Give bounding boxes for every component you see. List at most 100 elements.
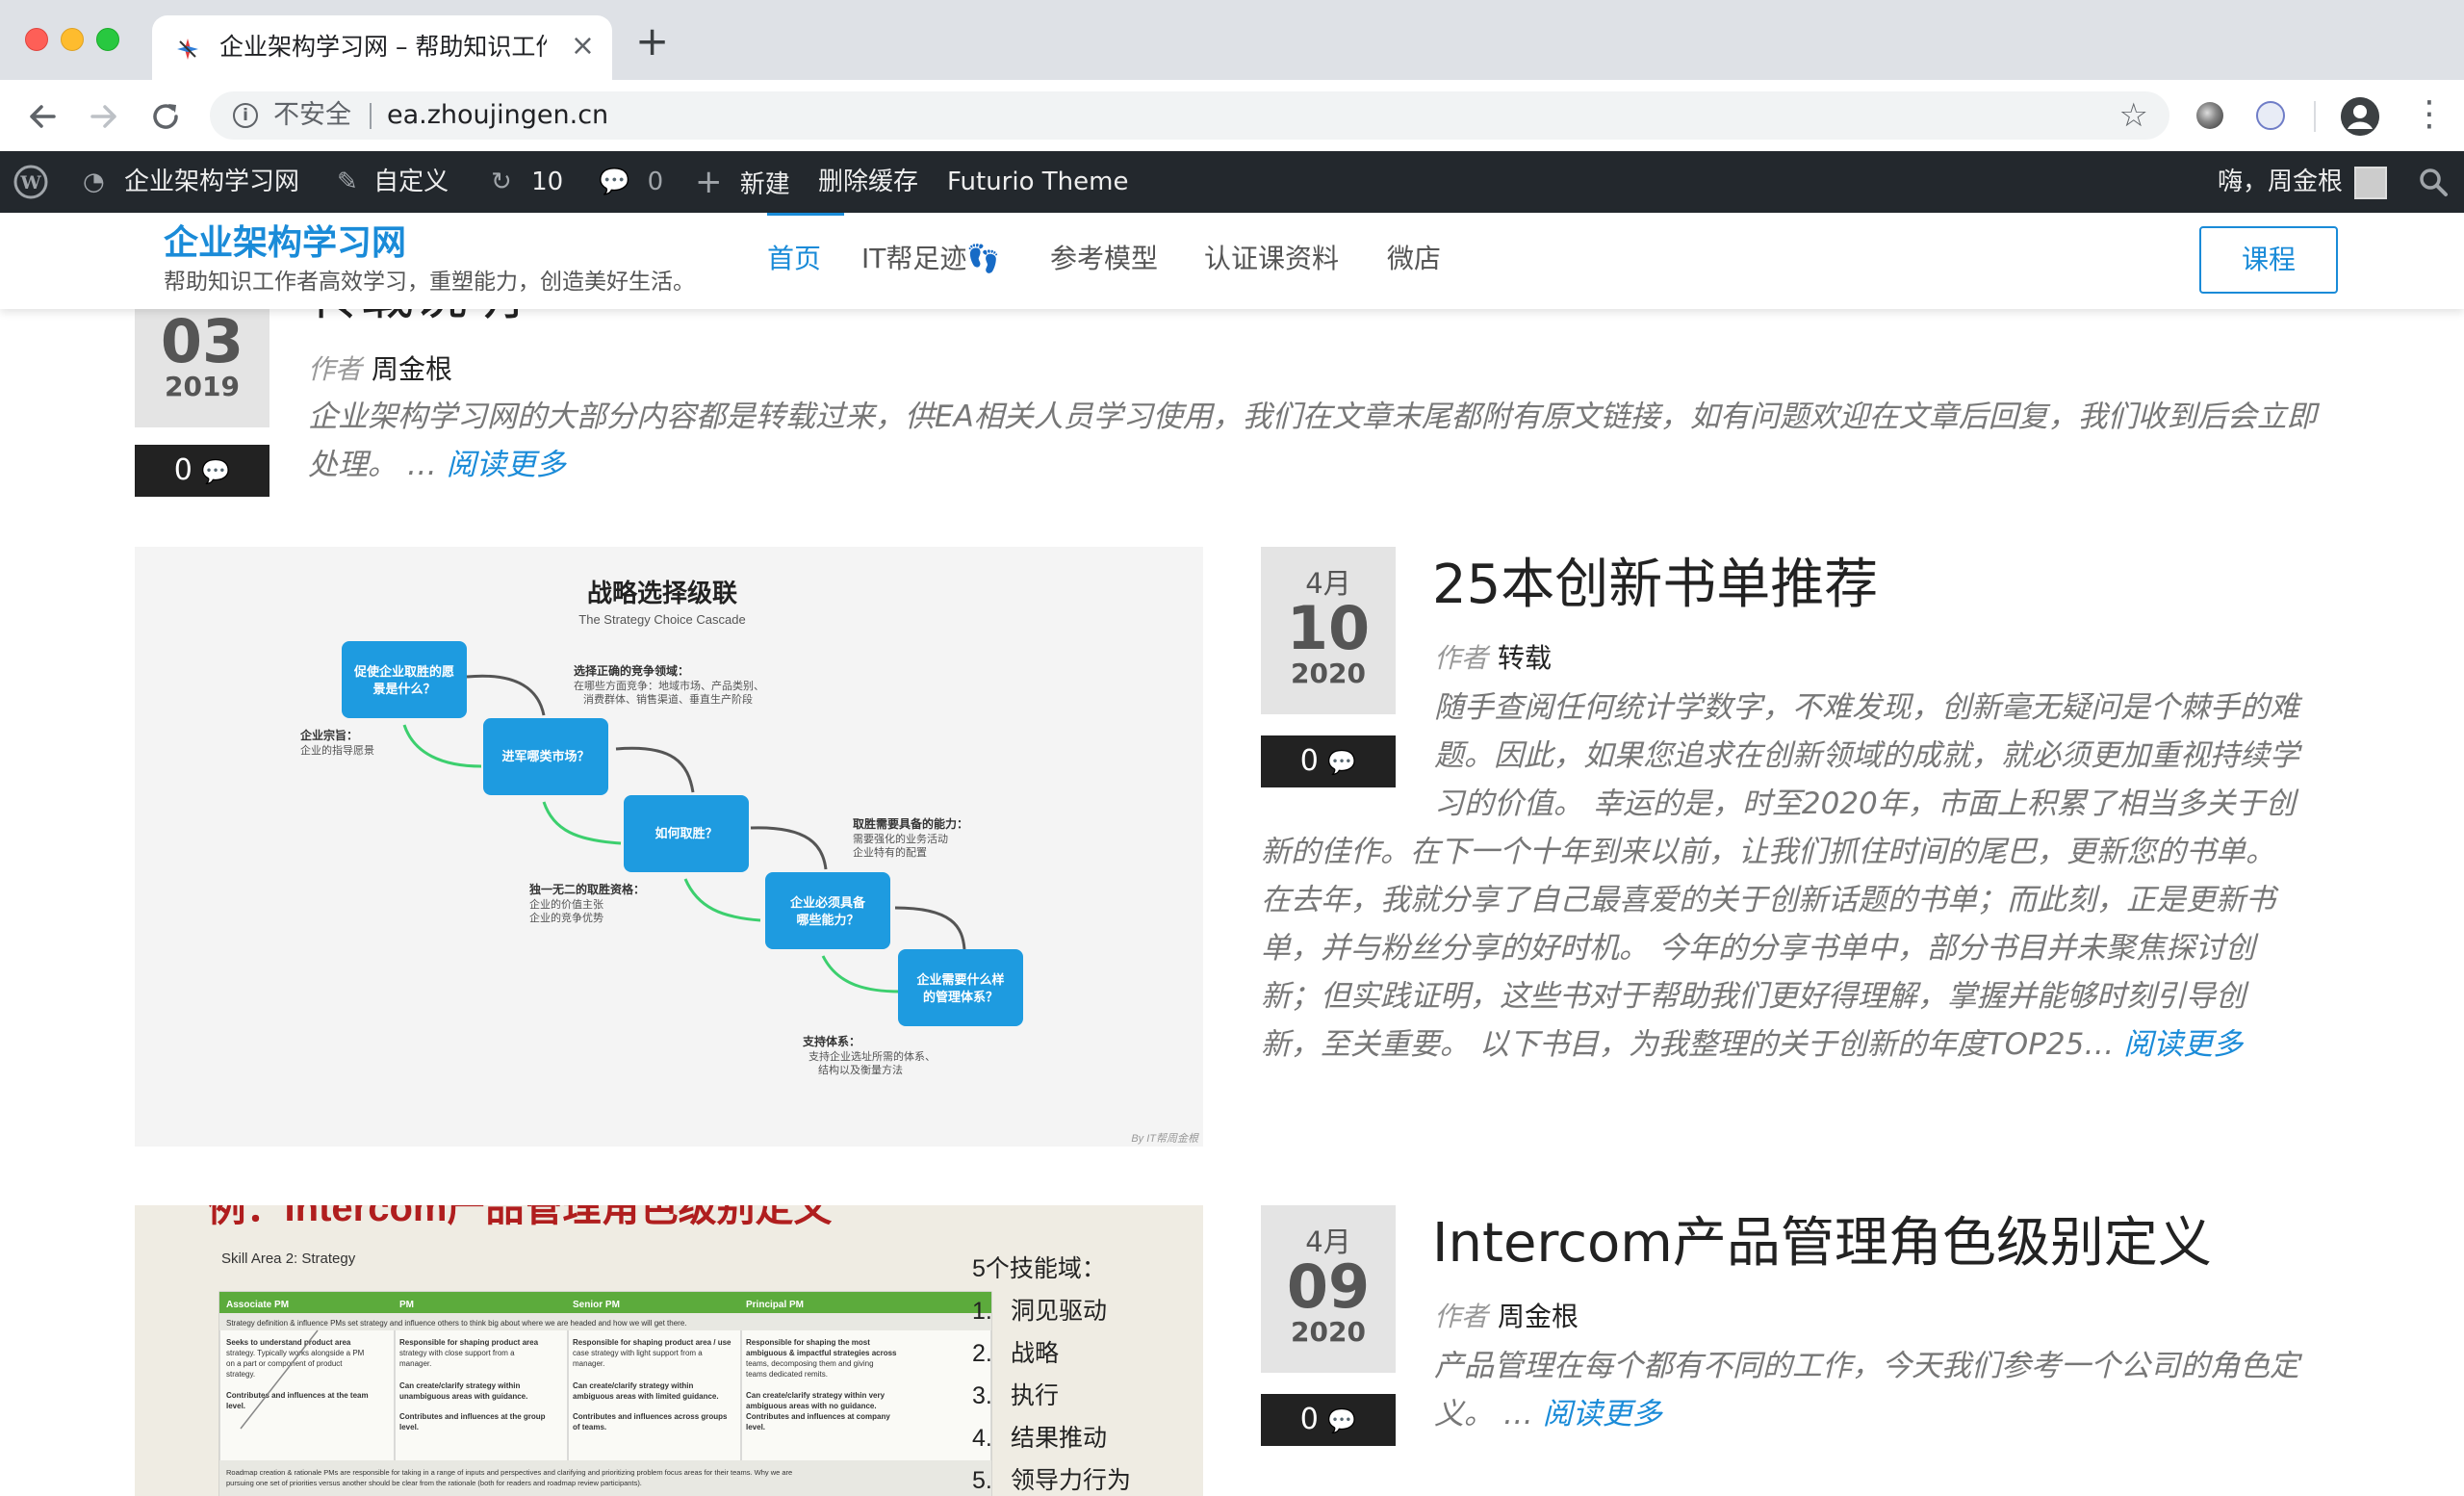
info-icon[interactable]: i bbox=[233, 103, 258, 128]
svg-text:哪些能力？: 哪些能力？ bbox=[796, 913, 859, 927]
svg-text:Associate PM: Associate PM bbox=[226, 1300, 289, 1310]
menu-item-store[interactable]: 微店 bbox=[1387, 240, 1441, 278]
post-excerpt-line: 习的价值。 幸运的是，时至2020年，市面上积累了相当多关于创 bbox=[1434, 787, 2296, 821]
comment-count-badge[interactable]: 0 💬 bbox=[1261, 735, 1396, 787]
post-excerpt: 企业架构学习网的大部分内容都是转载过来，供EA相关人员学习使用，我们在文章末尾都… bbox=[308, 393, 2329, 489]
svg-text:景是什么？: 景是什么？ bbox=[372, 682, 435, 696]
skill-area: Skill Area 2: Strategy bbox=[221, 1251, 356, 1267]
svg-text:Contributes and influences at: Contributes and influences at company bbox=[746, 1412, 890, 1421]
forward-arrow-icon[interactable] bbox=[85, 97, 123, 136]
excerpt-text: 义。 … bbox=[1434, 1397, 1533, 1432]
browser-tab[interactable]: 企业架构学习网 – 帮助知识工作者 × bbox=[152, 15, 612, 80]
search-icon[interactable] bbox=[2418, 167, 2449, 197]
admin-account-link[interactable]: 嗨，周金根 bbox=[2218, 151, 2343, 213]
svg-text:PM: PM bbox=[399, 1300, 414, 1310]
menu-item-certification[interactable]: 认证课资料 bbox=[1204, 240, 1339, 278]
wordpress-logo-icon[interactable]: W bbox=[13, 165, 48, 199]
post-thumbnail[interactable]: 战略选择级联 The Strategy Choice Cascade 促使企业取… bbox=[135, 547, 1203, 1147]
profile-avatar-icon[interactable] bbox=[2341, 97, 2379, 136]
svg-text:level.: level. bbox=[746, 1423, 765, 1432]
course-button[interactable]: 课程 bbox=[2199, 226, 2338, 294]
admin-clear-cache-link[interactable]: 删除缓存 bbox=[818, 151, 918, 213]
read-more-link[interactable]: 阅读更多 bbox=[2123, 1027, 2243, 1062]
note-5-item-1: 支持企业选址所需的体系、 bbox=[808, 1049, 936, 1063]
post-byline: 作者 周金根 bbox=[308, 352, 452, 387]
site-favicon-icon bbox=[177, 39, 198, 60]
post-byline: 作者 转载 bbox=[1434, 641, 1552, 676]
security-status[interactable]: 不安全 bbox=[273, 100, 351, 131]
date-day: 03 bbox=[160, 306, 244, 376]
new-tab-button[interactable]: + bbox=[635, 21, 669, 62]
skill-list-title: 5个技能域： bbox=[972, 1255, 1106, 1282]
admin-theme-link[interactable]: Futurio Theme bbox=[947, 151, 1128, 213]
image-credit: By IT帮周金根 bbox=[1131, 1132, 1199, 1145]
minimize-window-button[interactable] bbox=[61, 28, 84, 51]
post-excerpt-line: 随手查阅任何统计学数字，不难发现，创新毫无疑问是个棘手的难 bbox=[1434, 690, 2299, 725]
post-title[interactable]: Intercom产品管理角色级别定义 bbox=[1432, 1213, 2212, 1275]
svg-text:ambiguous areas with limited g: ambiguous areas with limited guidance. bbox=[573, 1392, 719, 1401]
plus-icon: + bbox=[695, 163, 723, 201]
bookmark-star-icon[interactable]: ☆ bbox=[2119, 97, 2148, 134]
post-thumbnail[interactable]: 例：Intercom产品管理角色级别定义 Skill Area 2: Strat… bbox=[135, 1205, 1203, 1496]
admin-updates-count: 10 bbox=[531, 168, 564, 196]
post-excerpt-last-line: 义。 … 阅读更多 bbox=[1434, 1390, 1662, 1438]
svg-text:洞见驱动: 洞见驱动 bbox=[1011, 1298, 1107, 1325]
close-window-button[interactable] bbox=[25, 28, 48, 51]
back-arrow-icon[interactable] bbox=[23, 97, 62, 136]
svg-text:Contributes and influences acr: Contributes and influences across groups bbox=[573, 1412, 728, 1421]
post-excerpt-line: 新；但实践证明，这些书对于帮助我们更好得理解，掌握并能够时刻引导创 bbox=[1261, 979, 2246, 1014]
svg-text:Can create/clarify strategy wi: Can create/clarify strategy within very bbox=[746, 1391, 886, 1400]
extension-bird-icon[interactable] bbox=[2256, 101, 2285, 130]
tab-close-icon[interactable]: × bbox=[571, 29, 595, 64]
svg-text:ambiguous areas with no guidan: ambiguous areas with no guidance. bbox=[746, 1402, 877, 1410]
admin-new-link[interactable]: + 新建 bbox=[695, 151, 790, 213]
svg-text:的管理体系？: 的管理体系？ bbox=[923, 990, 998, 1004]
svg-text:2.: 2. bbox=[972, 1340, 992, 1367]
author-link[interactable]: 转载 bbox=[1498, 642, 1552, 674]
cascade-box-5: 企业需要什么样 bbox=[915, 972, 1004, 987]
admin-comments-link[interactable]: 💬 0 bbox=[599, 151, 663, 213]
author-label: 作者 bbox=[1434, 1301, 1489, 1332]
note-2-title: 选择正确的竞争领域： bbox=[574, 663, 689, 678]
maximize-window-button[interactable] bbox=[96, 28, 119, 51]
svg-text:Senior PM: Senior PM bbox=[573, 1300, 620, 1310]
svg-text:战略: 战略 bbox=[1011, 1340, 1059, 1367]
date-year: 2020 bbox=[1291, 658, 1366, 689]
post-excerpt-line: 产品管理在每个都有不同的工作，今天我们参考一个公司的角色定 bbox=[1434, 1349, 2299, 1383]
note-5-title: 支持体系： bbox=[802, 1034, 860, 1048]
svg-text:Strategy definition & influenc: Strategy definition & influence PMs set … bbox=[226, 1319, 687, 1328]
read-more-link[interactable]: 阅读更多 bbox=[447, 448, 566, 482]
toolbar-separator bbox=[2314, 101, 2316, 132]
note-4-item-2: 企业的竞争优势 bbox=[529, 911, 603, 924]
svg-text:on a part or component of prod: on a part or component of product bbox=[226, 1359, 343, 1368]
menu-item-reference-models[interactable]: 参考模型 bbox=[1050, 240, 1158, 278]
image-banner: 例：Intercom产品管理角色级别定义 bbox=[208, 1205, 833, 1229]
post-excerpt-line: 单，并与粉丝分享的好时机。 今年的分享书单中，部分书目并未聚焦探讨创 bbox=[1261, 931, 2255, 966]
svg-text:Responsible for shaping produc: Responsible for shaping product area / u… bbox=[573, 1338, 732, 1347]
browser-menu-icon[interactable]: ⋮ bbox=[2412, 91, 2447, 138]
post-title[interactable]: 25本创新书单推荐 bbox=[1432, 555, 1878, 616]
menu-item-home[interactable]: 首页 bbox=[767, 240, 821, 278]
comment-count-badge[interactable]: 0 💬 bbox=[1261, 1394, 1396, 1446]
user-avatar[interactable] bbox=[2354, 167, 2387, 199]
author-link[interactable]: 周金根 bbox=[372, 353, 452, 385]
admin-customize-link[interactable]: ✎ 自定义 bbox=[337, 151, 449, 213]
admin-updates-link[interactable]: ↻ 10 bbox=[491, 151, 563, 213]
svg-text:strategy. Typically works alon: strategy. Typically works alongside a PM bbox=[226, 1349, 365, 1357]
comment-count-badge[interactable]: 0 💬 bbox=[135, 445, 270, 497]
menu-item-it-footprints[interactable]: IT帮足迹👣 bbox=[861, 240, 1000, 278]
site-title[interactable]: 企业架构学习网 bbox=[164, 222, 406, 265]
svg-text:在哪些方面竞争：地域市场、产品类别、: 在哪些方面竞争：地域市场、产品类别、 bbox=[574, 679, 764, 692]
admin-site-link[interactable]: ◔ 企业架构学习网 bbox=[83, 151, 299, 213]
admin-comments-count: 0 bbox=[647, 168, 664, 196]
comment-bubble-icon: 💬 bbox=[201, 458, 231, 485]
extension-icon[interactable] bbox=[2196, 102, 2223, 129]
dashboard-gauge-icon: ◔ bbox=[83, 168, 105, 196]
read-more-link[interactable]: 阅读更多 bbox=[1543, 1397, 1662, 1432]
svg-text:manager.: manager. bbox=[573, 1359, 604, 1368]
url-text[interactable]: ea.zhoujingen.cn bbox=[387, 100, 608, 131]
address-bar[interactable]: i 不安全 ea.zhoujingen.cn ☆ bbox=[210, 91, 2169, 140]
reload-icon[interactable] bbox=[146, 97, 185, 136]
author-link[interactable]: 周金根 bbox=[1498, 1301, 1578, 1332]
cascade-box-2: 进军哪类市场？ bbox=[501, 749, 589, 763]
